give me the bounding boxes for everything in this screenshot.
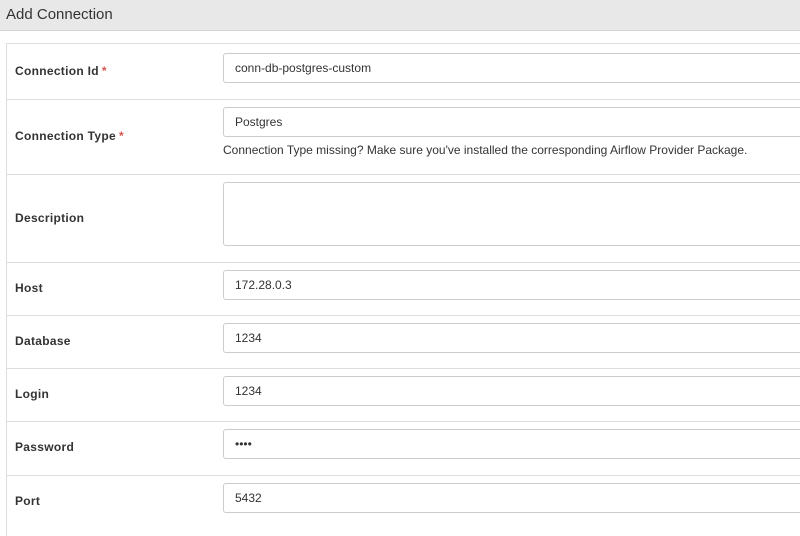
form-row-port: Port 5432: [7, 476, 800, 536]
description-label: Description: [15, 211, 85, 225]
port-input[interactable]: 5432: [223, 483, 800, 513]
description-textarea[interactable]: [223, 182, 800, 246]
panel-title: Add Connection: [0, 0, 800, 31]
required-marker: *: [101, 64, 107, 78]
connection-id-input[interactable]: conn-db-postgres-custom: [223, 53, 800, 83]
password-input[interactable]: ••••: [223, 429, 800, 459]
host-input[interactable]: 172.28.0.3: [223, 270, 800, 300]
form-row-password: Password ••••: [7, 422, 800, 476]
connection-type-select[interactable]: Postgres: [223, 107, 800, 137]
database-label: Database: [15, 334, 71, 348]
password-label: Password: [15, 440, 75, 454]
form-row-host: Host 172.28.0.3: [7, 263, 800, 316]
connection-form: Connection Id * conn-db-postgres-custom C…: [6, 43, 800, 536]
form-row-connection-type: Connection Type * Postgres Connection Typ…: [7, 100, 800, 175]
login-input[interactable]: 1234: [223, 376, 800, 406]
connection-type-label: Connection Type *: [15, 129, 124, 143]
form-row-description: Description: [7, 175, 800, 263]
login-label: Login: [15, 387, 50, 401]
form-row-database: Database 1234: [7, 316, 800, 369]
database-input[interactable]: 1234: [223, 323, 800, 353]
form-row-login: Login 1234: [7, 369, 800, 422]
connection-type-help-text: Connection Type missing? Make sure you'v…: [223, 143, 748, 157]
connection-id-label: Connection Id *: [15, 64, 107, 78]
port-label: Port: [15, 494, 41, 508]
required-marker: *: [118, 129, 124, 143]
host-label: Host: [15, 281, 43, 295]
form-row-connection-id: Connection Id * conn-db-postgres-custom: [7, 44, 800, 100]
